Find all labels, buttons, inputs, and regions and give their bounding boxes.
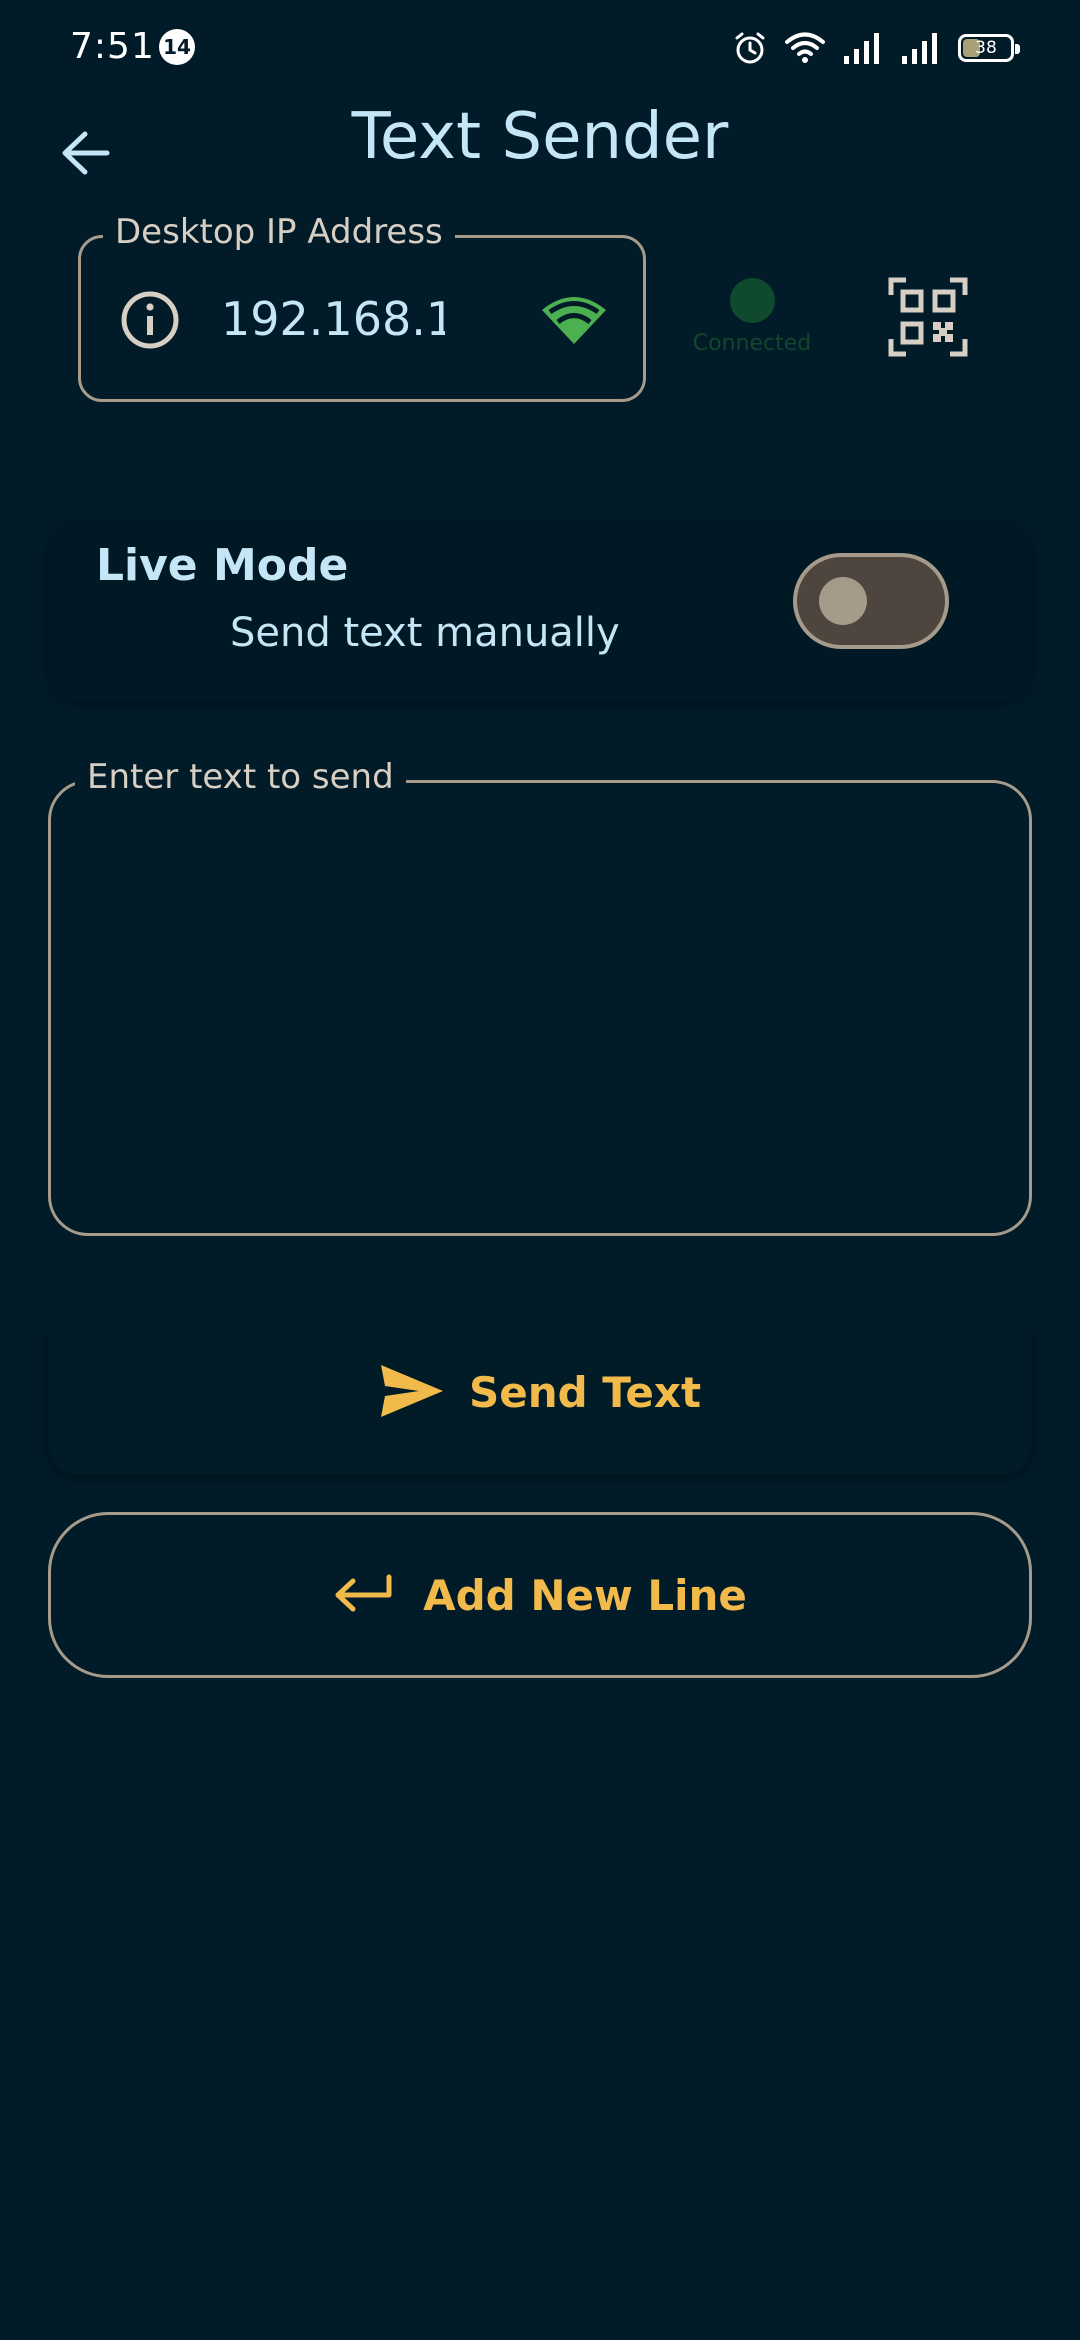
add-new-line-label: Add New Line [423,1570,747,1620]
battery-tip [1015,44,1020,54]
status-bar: 7:51 14 38 [0,0,1080,96]
connection-status-label: Connected [692,331,812,356]
keyboard-return-icon [333,1573,393,1617]
add-new-line-button[interactable]: Add New Line [48,1512,1032,1678]
live-mode-card: Live Mode Send text manually [48,520,1032,700]
status-time: 7:51 [70,26,155,67]
send-text-label: Send Text [468,1368,702,1417]
signal-icon-sim2 [900,32,942,64]
ip-address-label: Desktop IP Address [103,212,455,252]
connection-status: Connected [682,275,822,356]
status-icons: 38 [732,28,1020,68]
wifi-status-icon [784,31,826,65]
live-mode-title: Live Mode [96,540,349,591]
battery-icon: 38 [958,34,1020,62]
wifi-icon [539,294,609,350]
text-input-field[interactable]: Enter text to send [48,757,1032,1236]
toggle-thumb [819,577,867,625]
ip-address-field[interactable]: Desktop IP Address [78,212,646,402]
ip-address-input[interactable] [221,286,445,352]
qr-scan-button[interactable] [888,277,968,357]
info-icon[interactable] [120,290,180,354]
notification-badge: 14 [159,29,195,65]
text-input-label: Enter text to send [75,757,406,797]
text-input[interactable] [81,823,999,1203]
alarm-icon [732,30,768,66]
send-icon [379,1363,445,1423]
battery-level: 38 [975,38,997,58]
page-title: Text Sender [351,100,729,174]
live-mode-subtitle: Send text manually [230,610,620,656]
qr-code-scan-icon [888,277,968,361]
send-text-button[interactable]: Send Text [48,1310,1032,1475]
connection-status-dot [729,278,775,323]
live-mode-toggle[interactable] [793,553,949,649]
signal-icon-sim1 [842,32,884,64]
